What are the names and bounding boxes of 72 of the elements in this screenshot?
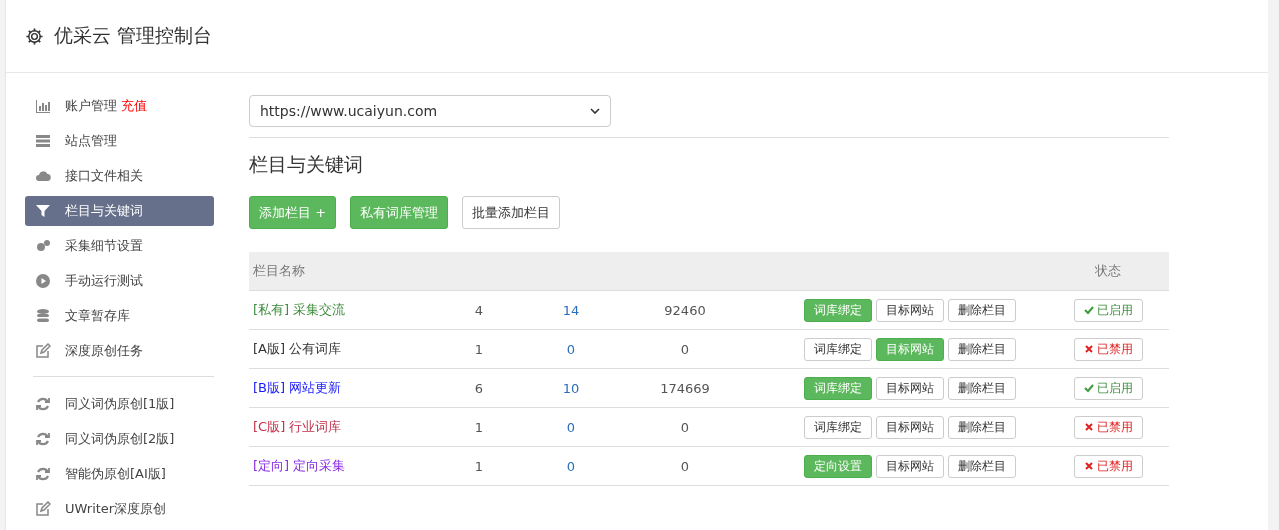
site-select[interactable]: https://www.ucaiyun.com [249, 95, 611, 127]
row-action-button[interactable]: 词库绑定 [804, 337, 872, 361]
column-name[interactable]: [定向] 定向采集 [249, 457, 429, 475]
close-icon [1083, 422, 1094, 432]
close-icon [1083, 461, 1094, 471]
status-button[interactable]: 已禁用 [1073, 454, 1143, 478]
sidebar-item[interactable]: 手动运行测试 [25, 266, 214, 296]
table-cell-text: 10 [561, 380, 581, 396]
row-action-button[interactable]: 词库绑定 [804, 415, 872, 439]
sidebar-item[interactable]: 文章暂存库 [25, 301, 214, 331]
server-icon [35, 133, 51, 149]
column-name[interactable]: [C版] 行业词库 [249, 418, 429, 436]
table-cell-text: 0 [565, 341, 577, 357]
section-title: 栏目与关键词 [249, 152, 364, 177]
table-cell-text: 0 [679, 458, 691, 474]
app-title: 优采云 管理控制台 [54, 23, 213, 48]
check-icon [1083, 383, 1094, 393]
row-action-button[interactable]: 删除栏目 [948, 454, 1016, 478]
edit-icon [35, 343, 51, 359]
caret-icon [590, 108, 600, 114]
row-action-button[interactable]: 删除栏目 [948, 337, 1016, 361]
table-cell-text: 14 [561, 302, 581, 318]
table-cell-text: 92460 [663, 302, 707, 318]
table-cell-text: 6 [473, 380, 485, 396]
status-button[interactable]: 已启用 [1073, 376, 1143, 400]
chart-icon [35, 98, 51, 114]
status-button[interactable]: 已启用 [1073, 298, 1143, 322]
row-action-button[interactable]: 删除栏目 [948, 415, 1016, 439]
table-cell-text: 1 [473, 458, 485, 474]
table-cell-text: 0 [679, 419, 691, 435]
close-icon [1083, 344, 1094, 354]
row-action-button[interactable]: 目标网站 [876, 376, 944, 400]
sidebar-item[interactable]: 同义词伪原创[1版] [25, 389, 214, 419]
table-cell-text: 1 [473, 341, 485, 357]
sidebar-item[interactable]: 账户管理 充值 [25, 91, 214, 121]
toolbar-button[interactable]: 批量添加栏目 [462, 196, 561, 229]
play-icon [35, 273, 51, 289]
status-button[interactable]: 已禁用 [1073, 337, 1143, 361]
edit-icon [35, 501, 51, 517]
database-icon [35, 308, 51, 324]
refresh-icon [35, 466, 51, 482]
sidebar-item[interactable]: 智能伪原创[AI版] [25, 459, 214, 489]
refresh-icon [35, 431, 51, 447]
settings-icon [25, 26, 44, 46]
sidebar-item[interactable]: 站点管理 [25, 126, 214, 156]
status-button[interactable]: 已禁用 [1073, 415, 1143, 439]
row-action-button[interactable]: 目标网站 [876, 298, 944, 322]
sidebar-item[interactable]: 深度原创任务 [25, 336, 214, 366]
sidebar-item[interactable]: 同义词伪原创[2版] [25, 424, 214, 454]
row-action-button[interactable]: 目标网站 [876, 454, 944, 478]
filter-icon [35, 203, 51, 219]
refresh-icon [35, 396, 51, 412]
sidebar-item[interactable]: 栏目与关键词 [25, 196, 214, 226]
cloud-icon [35, 168, 51, 184]
table-cell-text: 4 [473, 302, 485, 318]
table-cell-text: 1 [473, 419, 485, 435]
table-cell-text: 0 [679, 341, 691, 357]
check-icon [1083, 305, 1094, 315]
column-header: 栏目名称 [252, 262, 306, 280]
sidebar-item[interactable]: UWriter深度原创 [25, 494, 214, 524]
sidebar-item[interactable]: 接口文件相关 [25, 161, 214, 191]
row-action-button[interactable]: 目标网站 [876, 415, 944, 439]
table-cell-text: 174669 [659, 380, 711, 396]
column-name[interactable]: [私有] 采集交流 [249, 301, 429, 319]
table-cell-text: 0 [565, 419, 577, 435]
column-name[interactable]: [B版] 网站更新 [249, 379, 429, 397]
column-header: 状态 [1094, 262, 1122, 280]
row-action-button[interactable]: 删除栏目 [948, 298, 1016, 322]
table-cell-text: 0 [565, 458, 577, 474]
column-name[interactable]: [A版] 公有词库 [249, 340, 429, 358]
sidebar-item[interactable]: 采集细节设置 [25, 231, 214, 261]
row-action-button[interactable]: 删除栏目 [948, 376, 1016, 400]
